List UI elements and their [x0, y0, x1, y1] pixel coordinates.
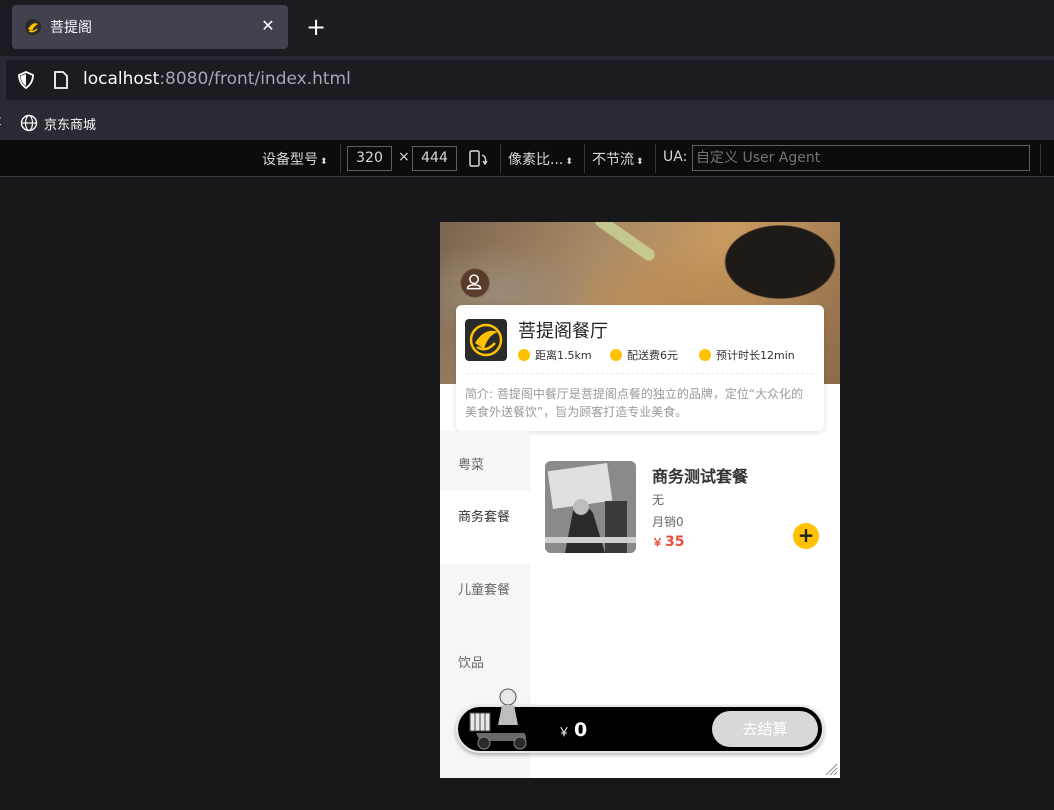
- money-bag-icon: [610, 349, 622, 361]
- responsive-design-toolbar: 设备型号 ⬍ 320 × 444 像素比... ⬍ 不节流 ⬍ UA: 自定义 Use…: [0, 140, 1054, 177]
- eta-info: 预计时长12min: [699, 347, 795, 363]
- dish-name: 商务测试套餐: [652, 467, 749, 486]
- divider: [1040, 144, 1041, 173]
- shop-intro: 简介: 菩提阁中餐厅是菩提阁点餐的独立的品牌，定位“大众化的美食外送餐饮”，旨为…: [465, 387, 804, 419]
- category-item-active[interactable]: 商务套餐: [440, 491, 530, 564]
- page-icon[interactable]: [52, 70, 70, 90]
- url-bar[interactable]: localhost:8080/front/index.html: [6, 60, 1054, 100]
- new-tab-button[interactable]: +: [302, 14, 330, 42]
- bookmark-jd[interactable]: 京东商城: [44, 114, 96, 133]
- resize-handle-icon[interactable]: [824, 762, 838, 776]
- user-agent-input[interactable]: 自定义 User Agent: [692, 145, 1030, 171]
- shop-logo-icon: [469, 323, 503, 357]
- device-selector-label: 设备型号: [262, 152, 318, 168]
- dish-description: 无: [652, 493, 665, 507]
- tab-title: 菩提阁: [50, 20, 92, 36]
- viewport-width-input[interactable]: 320: [347, 146, 392, 171]
- pixel-ratio-label: 像素比...: [508, 152, 564, 168]
- browser-tab[interactable]: 菩提阁 ✕: [12, 5, 288, 49]
- divider: [340, 144, 341, 173]
- currency-symbol: ￥: [558, 725, 571, 739]
- cart-bar: ￥ 0 去结算: [456, 688, 824, 753]
- pixel-ratio-selector[interactable]: 像素比... ⬍: [508, 149, 573, 169]
- ua-label: UA:: [663, 149, 688, 165]
- hero-garnish: [592, 222, 658, 263]
- shop-name: 菩提阁餐厅: [518, 321, 608, 342]
- clock-icon: [518, 349, 530, 361]
- viewport-height-input[interactable]: 444: [412, 146, 457, 171]
- cart-total: ￥ 0: [558, 719, 587, 741]
- category-item[interactable]: 粤菜: [440, 456, 530, 475]
- dish-price: ￥ 35: [652, 534, 684, 550]
- chevron-updown-icon: ⬍: [565, 157, 573, 167]
- url-text[interactable]: localhost:8080/front/index.html: [83, 69, 351, 89]
- cart-total-value: 0: [574, 719, 588, 741]
- eta-text: 预计时长12min: [716, 349, 795, 362]
- site-logo-icon: [25, 19, 41, 35]
- device-selector[interactable]: 设备型号 ⬍: [262, 149, 328, 169]
- location-arrow-icon: [699, 349, 711, 361]
- checkout-button[interactable]: 去结算: [712, 711, 818, 747]
- url-path: :8080/front/index.html: [159, 69, 351, 89]
- browser-nav-bar: localhost:8080/front/index.html: [0, 56, 1054, 106]
- chevron-updown-icon: ⬍: [636, 157, 644, 167]
- divider: [500, 144, 501, 173]
- dimension-times: ×: [398, 149, 410, 165]
- card-divider: [466, 373, 814, 374]
- url-host: localhost: [83, 69, 160, 89]
- throttle-selector[interactable]: 不节流 ⬍: [592, 149, 644, 169]
- distance-text: 距离1.5km: [535, 349, 592, 362]
- currency-symbol: ￥: [652, 536, 663, 549]
- close-tab-icon[interactable]: ✕: [258, 16, 278, 36]
- dish-photo-art: [545, 461, 636, 553]
- globe-icon: [20, 114, 38, 132]
- delivery-fee-text: 配送费6元: [627, 349, 678, 362]
- device-screen: 菩提阁餐厅 距离1.5km 配送费6元 预计时长12min 简介: 菩提阁中餐厅…: [440, 222, 840, 778]
- rotate-device-icon[interactable]: [468, 149, 490, 169]
- category-item[interactable]: 饮品: [440, 654, 530, 673]
- browser-tab-bar: 菩提阁 ✕ +: [0, 0, 1054, 56]
- bookmark-cutoff-label[interactable]: t: [0, 114, 1, 129]
- shop-info-card: 菩提阁餐厅 距离1.5km 配送费6元 预计时长12min 简介: 菩提阁中餐厅…: [456, 305, 824, 431]
- dish-photo[interactable]: [545, 461, 636, 553]
- delivery-rider-icon[interactable]: [468, 687, 532, 753]
- shield-icon[interactable]: [16, 70, 36, 90]
- throttle-label: 不节流: [592, 152, 634, 168]
- dish-price-value: 35: [665, 534, 685, 550]
- divider: [655, 144, 656, 173]
- chevron-updown-icon: ⬍: [320, 157, 328, 167]
- bookmarks-bar: t 京东商城: [0, 106, 1054, 140]
- dish-card[interactable]: 商务测试套餐 无 月销0 ￥ 35 +: [545, 461, 825, 553]
- category-item[interactable]: 儿童套餐: [440, 581, 530, 600]
- shop-logo: [465, 319, 507, 361]
- add-dish-button[interactable]: +: [793, 523, 819, 549]
- delivery-fee-info: 配送费6元: [610, 347, 678, 363]
- dish-monthly-sales: 月销0: [652, 515, 684, 529]
- divider: [584, 144, 585, 173]
- user-icon: [466, 274, 482, 290]
- user-avatar[interactable]: [460, 268, 490, 298]
- distance-info: 距离1.5km: [518, 347, 592, 363]
